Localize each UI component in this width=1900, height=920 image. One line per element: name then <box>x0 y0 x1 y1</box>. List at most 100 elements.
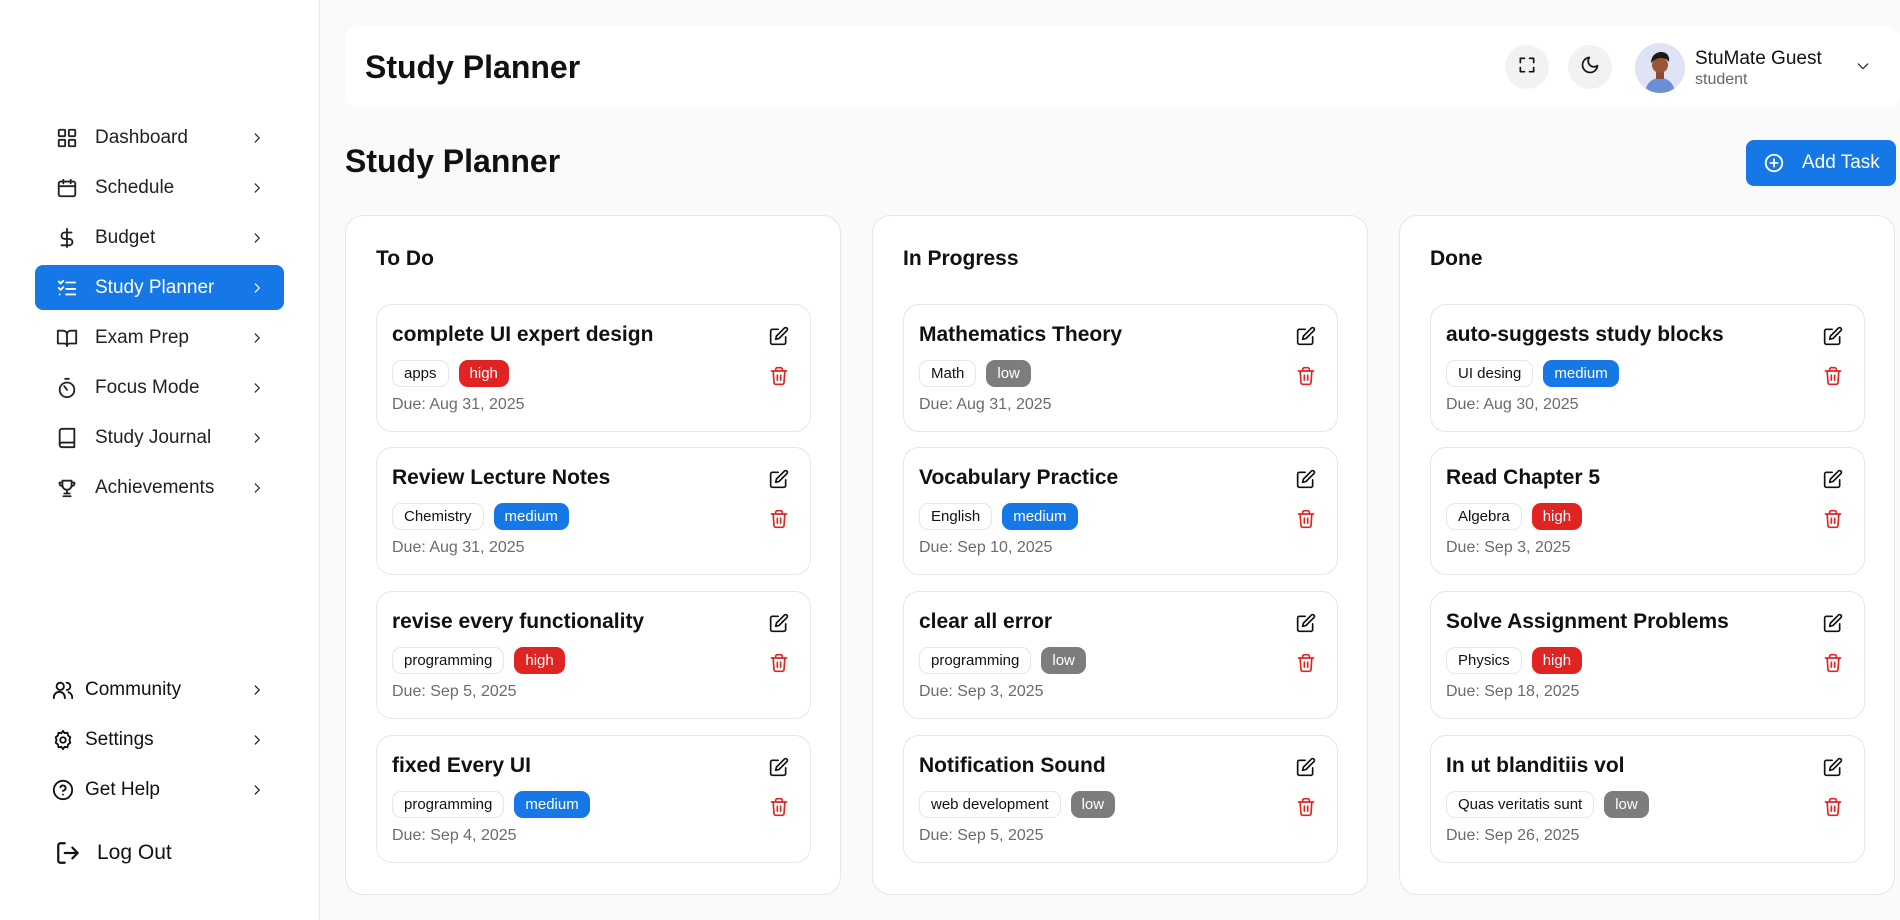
due-date: Due: Sep 18, 2025 <box>1446 683 1580 700</box>
task-tags: Physics high <box>1446 647 1583 674</box>
book-open-icon <box>55 326 79 350</box>
delete-task-button[interactable] <box>767 366 791 390</box>
sidebar-item-label: Budget <box>95 226 156 248</box>
add-task-button[interactable]: Add Task <box>1746 140 1896 186</box>
edit-icon <box>1823 326 1843 351</box>
fullscreen-button[interactable] <box>1505 45 1549 89</box>
task-title: Notification Sound <box>919 754 1106 777</box>
column-done: Done auto-suggests study blocks UI desing m… <box>1399 215 1895 895</box>
edit-task-button[interactable] <box>1294 326 1318 350</box>
logout-button[interactable]: Log Out <box>55 840 172 866</box>
priority-badge: high <box>1531 647 1583 674</box>
sidebar-item-label: Schedule <box>95 176 175 198</box>
edit-task-button[interactable] <box>1821 757 1845 781</box>
task-card[interactable]: Read Chapter 5 Algebra high Due: Sep 3, 202… <box>1430 447 1865 575</box>
chevron-right-icon <box>250 231 264 245</box>
task-card[interactable]: Notification Sound web development low Due:… <box>903 735 1338 863</box>
edit-task-button[interactable] <box>1821 469 1845 493</box>
edit-task-button[interactable] <box>1294 469 1318 493</box>
subject-tag: programming <box>392 791 505 818</box>
user-name: StuMate Guest <box>1695 48 1822 69</box>
sidebar-item-focus-mode[interactable]: Focus Mode <box>35 365 284 410</box>
sidebar-item-exam-prep[interactable]: Exam Prep <box>35 315 284 360</box>
delete-task-button[interactable] <box>767 509 791 533</box>
due-date: Due: Sep 3, 2025 <box>1446 539 1571 556</box>
chevron-right-icon <box>250 181 264 195</box>
sidebar-item-achievements[interactable]: Achievements <box>35 465 284 510</box>
delete-task-button[interactable] <box>1294 797 1318 821</box>
due-date: Due: Sep 4, 2025 <box>392 827 517 844</box>
delete-task-button[interactable] <box>767 797 791 821</box>
task-card[interactable]: fixed Every UI programming medium Due: Sep … <box>376 735 811 863</box>
edit-task-button[interactable] <box>1294 613 1318 637</box>
delete-task-button[interactable] <box>1821 509 1845 533</box>
sidebar-item-budget[interactable]: Budget <box>35 215 284 260</box>
delete-task-button[interactable] <box>1294 653 1318 677</box>
due-date: Due: Sep 26, 2025 <box>1446 827 1580 844</box>
task-card[interactable]: complete UI expert design apps high Due: Au… <box>376 304 811 432</box>
task-title: complete UI expert design <box>392 323 654 346</box>
edit-task-button[interactable] <box>767 613 791 637</box>
moon-icon <box>1580 55 1600 80</box>
edit-task-button[interactable] <box>767 757 791 781</box>
top-header: Study Planner StuMate Guest student <box>345 26 1900 108</box>
task-card[interactable]: Solve Assignment Problems Physics high Due:… <box>1430 591 1865 719</box>
avatar-illustration <box>1635 43 1685 93</box>
avatar[interactable] <box>1635 43 1685 93</box>
trash-icon <box>1823 509 1843 534</box>
sidebar-item-study-planner[interactable]: Study Planner <box>35 265 284 310</box>
page-title: Study Planner <box>345 143 561 179</box>
edit-task-button[interactable] <box>1294 757 1318 781</box>
column-to-do: To Do complete UI expert design apps high Du… <box>345 215 841 895</box>
task-card[interactable]: Mathematics Theory Math low Due: Aug 31, 20… <box>903 304 1338 432</box>
edit-icon <box>1823 469 1843 494</box>
edit-task-button[interactable] <box>767 469 791 493</box>
trophy-icon <box>55 476 79 500</box>
task-title: Read Chapter 5 <box>1446 466 1601 489</box>
edit-task-button[interactable] <box>1821 326 1845 350</box>
subject-tag: web development <box>919 791 1061 818</box>
sidebar-item-label: Settings <box>85 728 154 750</box>
trash-icon <box>769 797 789 822</box>
task-card[interactable]: revise every functionality programming hig… <box>376 591 811 719</box>
delete-task-button[interactable] <box>1294 366 1318 390</box>
delete-task-button[interactable] <box>1294 509 1318 533</box>
task-title: auto-suggests study blocks <box>1446 323 1724 346</box>
sidebar-item-study-journal[interactable]: Study Journal <box>35 415 284 460</box>
chevron-down-icon <box>1855 58 1871 79</box>
sidebar-item-schedule[interactable]: Schedule <box>35 165 284 210</box>
task-card[interactable]: Review Lecture Notes Chemistry medium Due: … <box>376 447 811 575</box>
sidebar-item-get-help[interactable]: Get Help <box>35 767 284 812</box>
edit-icon <box>1296 469 1316 494</box>
chevron-right-icon <box>250 481 264 495</box>
delete-task-button[interactable] <box>1821 653 1845 677</box>
task-tags: English medium <box>919 503 1078 530</box>
book-icon <box>55 426 79 450</box>
user-menu-toggle[interactable] <box>1855 60 1871 76</box>
delete-task-button[interactable] <box>1821 797 1845 821</box>
sidebar-item-community[interactable]: Community <box>35 667 284 712</box>
dollar-icon <box>55 226 79 250</box>
dark-mode-toggle[interactable] <box>1568 45 1612 89</box>
logout-label: Log Out <box>97 841 172 864</box>
task-tags: Quas veritatis sunt low <box>1446 791 1649 818</box>
task-card[interactable]: auto-suggests study blocks UI desing mediu… <box>1430 304 1865 432</box>
delete-task-button[interactable] <box>1821 366 1845 390</box>
priority-badge: medium <box>514 791 590 818</box>
help-icon <box>51 778 75 802</box>
sidebar-item-settings[interactable]: Settings <box>35 717 284 762</box>
subject-tag: Algebra <box>1446 503 1522 530</box>
task-card[interactable]: In ut blanditiis vol Quas veritatis sunt l… <box>1430 735 1865 863</box>
sidebar-item-dashboard[interactable]: Dashboard <box>35 115 284 160</box>
edit-task-button[interactable] <box>767 326 791 350</box>
task-tags: Chemistry medium <box>392 503 569 530</box>
task-card[interactable]: Vocabulary Practice English medium Due: Sep… <box>903 447 1338 575</box>
delete-task-button[interactable] <box>767 653 791 677</box>
trash-icon <box>1296 797 1316 822</box>
edit-task-button[interactable] <box>1821 613 1845 637</box>
subject-tag: apps <box>392 360 449 387</box>
due-date: Due: Sep 5, 2025 <box>392 683 517 700</box>
task-card[interactable]: clear all error programming low Due: Sep 3,… <box>903 591 1338 719</box>
priority-badge: high <box>514 647 565 674</box>
sidebar-item-label: Focus Mode <box>95 376 200 398</box>
